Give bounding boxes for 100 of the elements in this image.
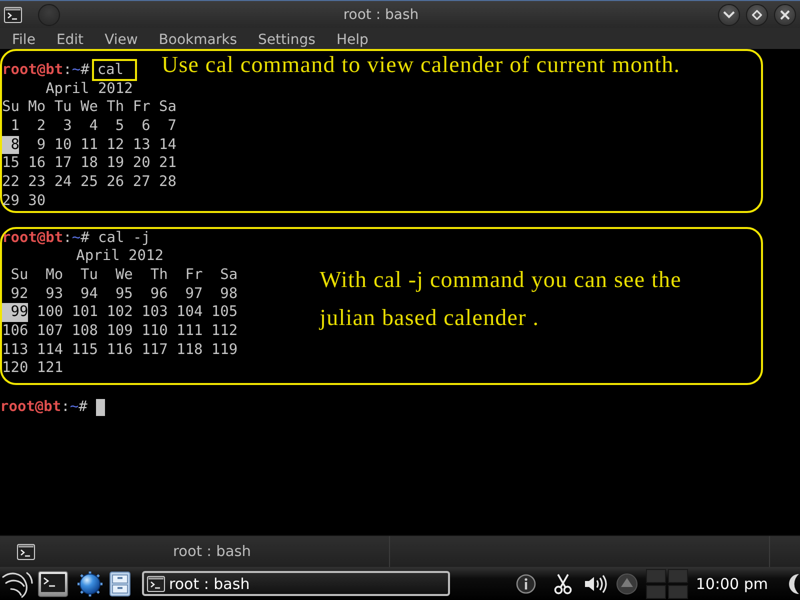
calendar-day: 119 bbox=[211, 340, 238, 360]
close-icon bbox=[780, 10, 790, 20]
calendar-day: 95 bbox=[115, 284, 133, 304]
calendar-day: 9 bbox=[36, 136, 46, 154]
calendar-day: 98 bbox=[220, 284, 238, 304]
menu-item[interactable]: Help bbox=[336, 32, 368, 49]
calendar-day: 109 bbox=[106, 322, 133, 341]
menu-item[interactable]: Edit bbox=[56, 32, 84, 49]
calendar-day: 23 bbox=[28, 173, 46, 192]
calendar-day: 112 bbox=[211, 322, 238, 341]
calendar-day: 100 bbox=[36, 303, 64, 322]
shell-prompt: root@bt:~# bbox=[2, 61, 90, 80]
file-cabinet-icon[interactable] bbox=[109, 570, 131, 596]
weekday-label: Fr bbox=[185, 266, 203, 285]
calendar-day: 96 bbox=[150, 284, 168, 304]
calendar-day: 114 bbox=[36, 340, 64, 360]
calendar-day: 29 bbox=[2, 192, 20, 211]
calendar-day: 11 bbox=[80, 136, 98, 154]
calendar-day: 30 bbox=[28, 192, 46, 211]
scissors-icon[interactable] bbox=[554, 572, 572, 594]
calendar-day: 93 bbox=[46, 284, 64, 304]
calendar-day: 101 bbox=[72, 303, 98, 322]
weekday-label: We bbox=[80, 98, 98, 118]
calendar-day: 7 bbox=[168, 117, 176, 136]
calendar-day: 12 bbox=[106, 136, 124, 154]
calendar-day: 107 bbox=[36, 322, 64, 341]
calendar-day: 19 bbox=[106, 154, 124, 174]
calendar-day: 117 bbox=[142, 340, 168, 360]
calendar-day: 17 bbox=[54, 154, 72, 174]
maximize-button[interactable] bbox=[746, 4, 768, 26]
calendar-day: 13 bbox=[132, 136, 150, 154]
weekday-label: Sa bbox=[159, 98, 176, 118]
calendar-day: 27 bbox=[132, 173, 150, 192]
weekday-label: Sa bbox=[220, 266, 238, 285]
menu-item[interactable]: View bbox=[104, 32, 138, 49]
info-icon[interactable] bbox=[516, 574, 536, 594]
calendar-day: 20 bbox=[132, 154, 150, 174]
weekday-label: Mo bbox=[46, 266, 64, 285]
crescent-icon[interactable] bbox=[788, 572, 800, 594]
calendar-day: 102 bbox=[106, 303, 133, 322]
menu-item[interactable]: Bookmarks bbox=[158, 32, 238, 49]
calendar-day: 24 bbox=[54, 173, 72, 192]
globe-icon[interactable] bbox=[77, 570, 103, 596]
calendar-day: 26 bbox=[106, 173, 124, 192]
chevron-down-icon bbox=[723, 10, 735, 18]
calendar-day: 103 bbox=[142, 303, 168, 322]
terminal-icon bbox=[4, 6, 22, 22]
calendar-day: 97 bbox=[185, 284, 203, 304]
terminal-icon bbox=[17, 544, 35, 560]
calendar-day: 106 bbox=[2, 322, 28, 341]
month-title: April 2012 bbox=[46, 80, 133, 98]
close-button[interactable] bbox=[774, 4, 796, 26]
calendar-day: 2 bbox=[36, 117, 46, 136]
window-title: root : bash bbox=[343, 6, 419, 22]
weekday-label: Tu bbox=[54, 98, 72, 118]
command-text: cal -j bbox=[98, 228, 150, 248]
calendar-day: 111 bbox=[176, 322, 203, 341]
weekday-label: Tu bbox=[80, 266, 98, 285]
speaker-icon[interactable] bbox=[584, 574, 608, 594]
calendar-day: 1 bbox=[10, 117, 20, 136]
calendar-day: 104 bbox=[176, 303, 203, 322]
menu-item[interactable]: File bbox=[12, 32, 36, 49]
calendar-day: 22 bbox=[2, 173, 20, 192]
calendar-day: 105 bbox=[211, 303, 238, 322]
clock-text: 10:00 pm bbox=[696, 574, 768, 592]
calendar-day: 118 bbox=[176, 340, 203, 360]
diamond-icon bbox=[752, 10, 762, 20]
terminal-icon bbox=[147, 576, 165, 592]
calendar-day: 110 bbox=[142, 322, 168, 341]
weekday-label: Mo bbox=[28, 98, 46, 118]
shell-prompt: root@bt:~# bbox=[0, 398, 88, 417]
calendar-day: 25 bbox=[80, 173, 98, 192]
calendar-day: 115 bbox=[72, 340, 98, 360]
weekday-label: Th bbox=[150, 266, 168, 285]
calendar-day: 21 bbox=[159, 154, 176, 174]
calendar-day: 14 bbox=[159, 136, 176, 154]
calendar-day: 99 bbox=[2, 303, 28, 322]
annotation-note: Use cal command to view calender of current month. bbox=[162, 53, 680, 78]
calendar-day: 10 bbox=[54, 136, 72, 154]
calendar-day: 5 bbox=[115, 117, 124, 136]
calendar-day: 6 bbox=[142, 117, 150, 136]
weekday-label: Fr bbox=[132, 98, 150, 118]
weekday-label: Su bbox=[2, 98, 20, 118]
text-cursor bbox=[96, 398, 105, 416]
calendar-day: 28 bbox=[159, 173, 176, 192]
task-button[interactable]: root : bash bbox=[142, 571, 450, 596]
calendar-day: 15 bbox=[2, 154, 20, 174]
calendar-day: 92 bbox=[10, 284, 28, 304]
menu-item[interactable]: Settings bbox=[258, 32, 316, 49]
calendar-day: 121 bbox=[36, 359, 64, 378]
weekday-label: Th bbox=[106, 98, 124, 118]
highlighted-command: cal bbox=[92, 59, 137, 82]
month-title: April 2012 bbox=[76, 247, 164, 266]
calendar-day: 8 bbox=[2, 136, 20, 154]
minimize-button[interactable] bbox=[718, 4, 740, 26]
calendar-day: 4 bbox=[89, 117, 98, 136]
calendar-day: 3 bbox=[63, 117, 72, 136]
annotation-note: With cal -j command you can see the julian based calender . bbox=[320, 266, 682, 332]
terminal-icon[interactable] bbox=[38, 570, 68, 596]
weekday-label: We bbox=[115, 266, 133, 285]
